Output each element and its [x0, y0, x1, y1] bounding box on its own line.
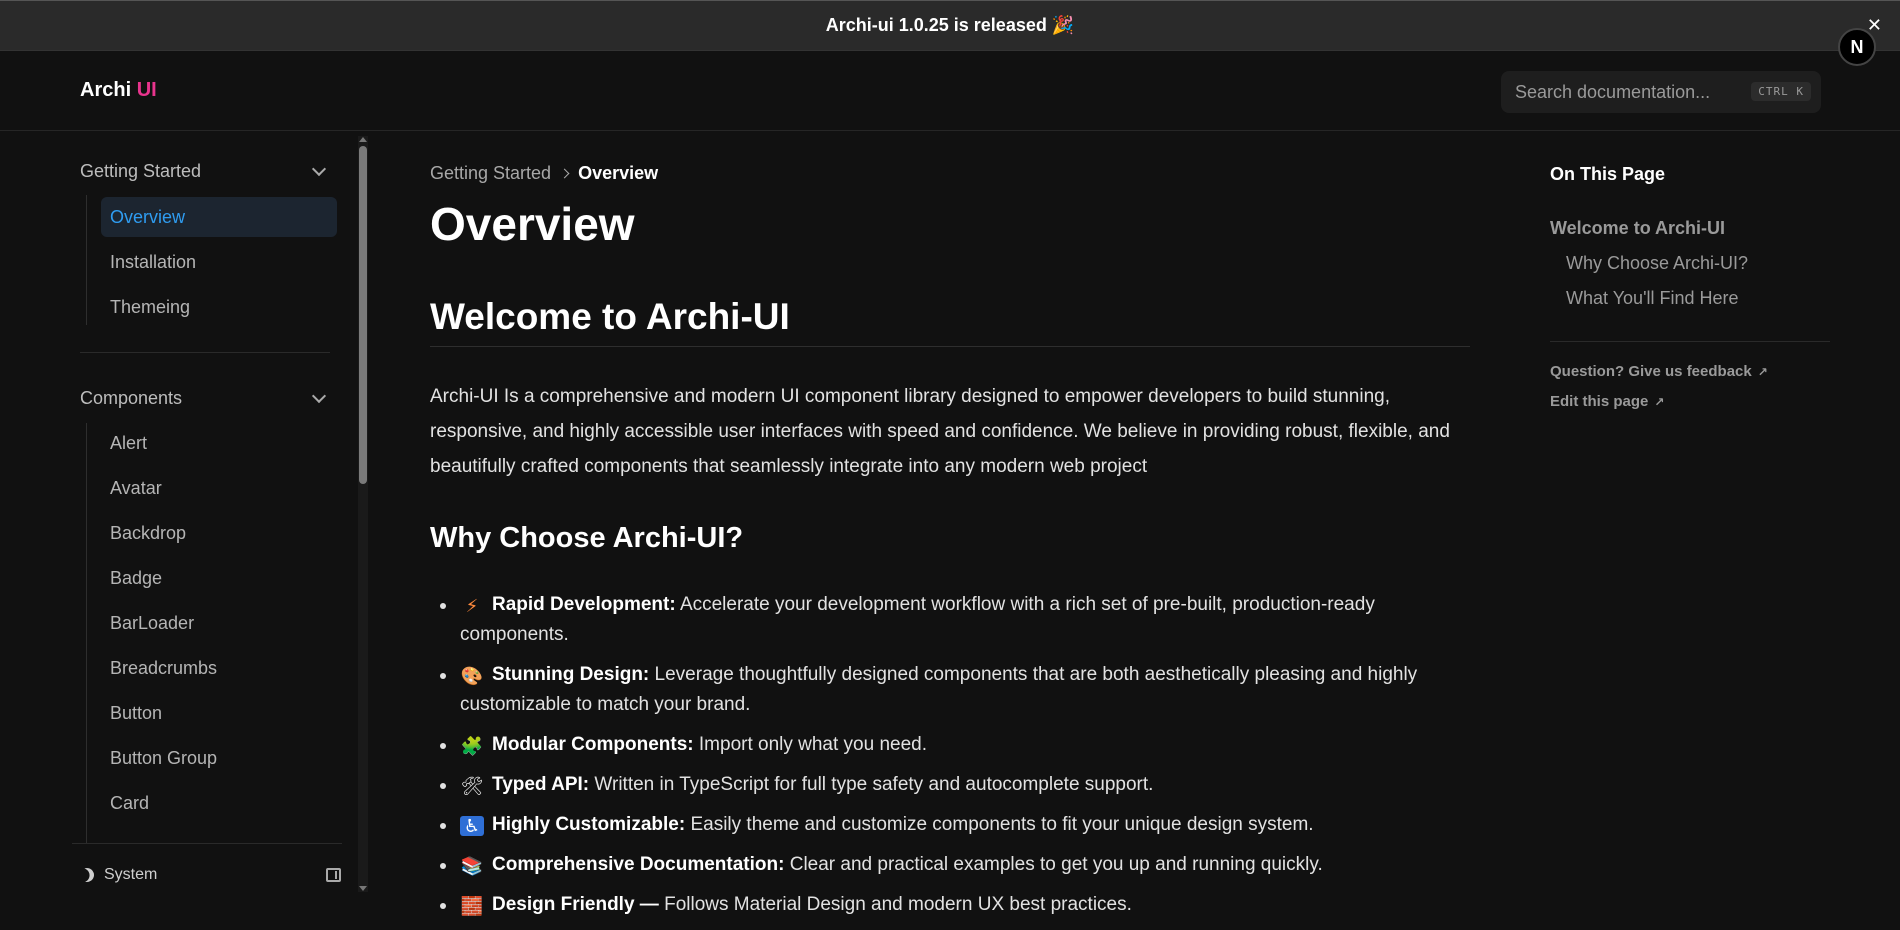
edit-label: Edit this page: [1550, 393, 1649, 410]
banner-text: Archi-ui 1.0.25 is released 🎉: [825, 15, 1075, 35]
feature-text: Clear and practical examples to get you …: [789, 854, 1323, 875]
collapse-sidebar-icon[interactable]: [326, 868, 341, 882]
sidebar-group-label: Components: [80, 388, 183, 408]
feature-text: Easily theme and customize components to…: [690, 814, 1314, 835]
list-item: 📚 Comprehensive Documentation: Clear and …: [440, 850, 1470, 880]
scrollbar-thumb[interactable]: [359, 146, 367, 484]
toc-title: On This Page: [1550, 164, 1666, 184]
scroll-down-arrow-icon[interactable]: [359, 886, 367, 891]
feature-title: Design Friendly —: [492, 894, 659, 915]
sidebar-item-breadcrumbs[interactable]: Breadcrumbs: [101, 648, 337, 688]
feature-title: Comprehensive Documentation:: [492, 854, 785, 875]
why-heading: Why Choose Archi-UI?: [430, 522, 744, 554]
sidebar-item-alert[interactable]: Alert: [101, 423, 337, 463]
sidebar-group-label: Getting Started: [80, 161, 202, 181]
breadcrumb: Getting Started Overview: [430, 163, 658, 184]
external-link-icon: ↗: [1757, 364, 1768, 379]
chevron-down-icon: [311, 161, 327, 176]
logo[interactable]: Archi UI: [80, 79, 157, 102]
theme-label: System: [104, 866, 158, 883]
feature-title: Highly Customizable:: [492, 814, 686, 835]
chevron-right-icon: [559, 168, 570, 179]
welcome-heading: Welcome to Archi-UI: [430, 296, 1470, 347]
feature-text: Import only what you need.: [698, 734, 928, 755]
sidebar-item-themeing[interactable]: Themeing: [101, 287, 337, 327]
palette-icon: 🎨: [460, 666, 484, 686]
sidebar-item-button-group[interactable]: Button Group: [101, 738, 337, 778]
chevron-down-icon: [311, 388, 327, 403]
sidebar-item-barloader[interactable]: BarLoader: [101, 603, 337, 643]
feature-text: Written in TypeScript for full type safe…: [594, 774, 1154, 795]
announcement-banner: Archi-ui 1.0.25 is released 🎉 ✕: [0, 0, 1900, 51]
feature-list: ⚡ Rapid Development: Accelerate your deve…: [440, 590, 1470, 930]
nav-tree-line: [86, 423, 87, 843]
top-navbar: Archi UI Search documentation... CTRL K: [0, 51, 1900, 131]
edit-page-link[interactable]: Edit this page ↗: [1550, 393, 1664, 410]
lightning-icon: ⚡: [465, 596, 479, 616]
toc-divider: [1550, 341, 1830, 342]
feature-title: Modular Components:: [492, 734, 694, 755]
scroll-up-arrow-icon[interactable]: [359, 137, 367, 142]
theme-switcher[interactable]: System: [80, 866, 157, 884]
nav-tree-line: [86, 195, 87, 325]
tools-icon: 🛠: [460, 776, 484, 796]
feature-title: Rapid Development:: [492, 594, 676, 615]
feature-title: Stunning Design:: [492, 664, 650, 685]
toc-link-why-choose[interactable]: Why Choose Archi-UI?: [1566, 253, 1748, 274]
feedback-label: Question? Give us feedback: [1550, 363, 1752, 380]
sidebar-item-badge[interactable]: Badge: [101, 558, 337, 598]
list-item: 🎨 Stunning Design: Leverage thoughtfully …: [440, 660, 1470, 720]
feature-text: Follows Material Design and modern UX be…: [664, 894, 1132, 915]
list-item: ♿ Highly Customizable: Easily theme and c…: [440, 810, 1470, 840]
logo-accent: UI: [136, 79, 157, 101]
toc-link-welcome[interactable]: Welcome to Archi-UI: [1550, 218, 1725, 239]
list-item: 🛠 Typed API: Written in TypeScript for fu…: [440, 770, 1470, 800]
sidebar-item-button[interactable]: Button: [101, 693, 337, 733]
list-item: 🧩 Modular Components: Import only what yo…: [440, 730, 1470, 760]
toc-link-what-youll-find[interactable]: What You'll Find Here: [1566, 288, 1739, 309]
logo-main: Archi: [80, 79, 132, 101]
bricks-icon: 🧱: [460, 896, 484, 916]
search-placeholder: Search documentation...: [1515, 81, 1711, 102]
breadcrumb-current: Overview: [578, 163, 659, 183]
sidebar-scrollbar[interactable]: [358, 136, 368, 892]
sidebar-item-backdrop[interactable]: Backdrop: [101, 513, 337, 553]
breadcrumb-parent[interactable]: Getting Started: [430, 163, 551, 184]
intro-paragraph: Archi-UI Is a comprehensive and modern U…: [430, 386, 1450, 477]
sidebar-item-overview[interactable]: Overview: [101, 197, 337, 237]
sidebar-item-avatar[interactable]: Avatar: [101, 468, 337, 508]
search-shortcut-badge: CTRL K: [1751, 82, 1811, 101]
sidebar-group-getting-started[interactable]: Getting Started: [80, 161, 330, 182]
books-icon: 📚: [460, 856, 484, 876]
moon-icon: [77, 865, 96, 884]
search-input[interactable]: Search documentation... CTRL K: [1501, 71, 1821, 113]
puzzle-icon: 🧩: [460, 736, 484, 756]
list-item: 🧱 Design Friendly — Follows Material Desi…: [440, 890, 1470, 920]
external-link-icon: ↗: [1654, 394, 1665, 409]
sidebar-divider: [80, 352, 330, 353]
feature-title: Typed API:: [492, 774, 590, 795]
list-item: ⚡ Rapid Development: Accelerate your deve…: [440, 590, 1470, 650]
page-title: Overview: [430, 198, 635, 250]
accessibility-icon: ♿: [460, 816, 484, 836]
feedback-link[interactable]: Question? Give us feedback ↗: [1550, 363, 1768, 380]
sidebar-item-installation[interactable]: Installation: [101, 242, 337, 282]
dev-indicator-badge[interactable]: N: [1838, 28, 1876, 66]
sidebar-group-components[interactable]: Components: [80, 388, 330, 409]
sidebar-item-card[interactable]: Card: [101, 783, 337, 823]
